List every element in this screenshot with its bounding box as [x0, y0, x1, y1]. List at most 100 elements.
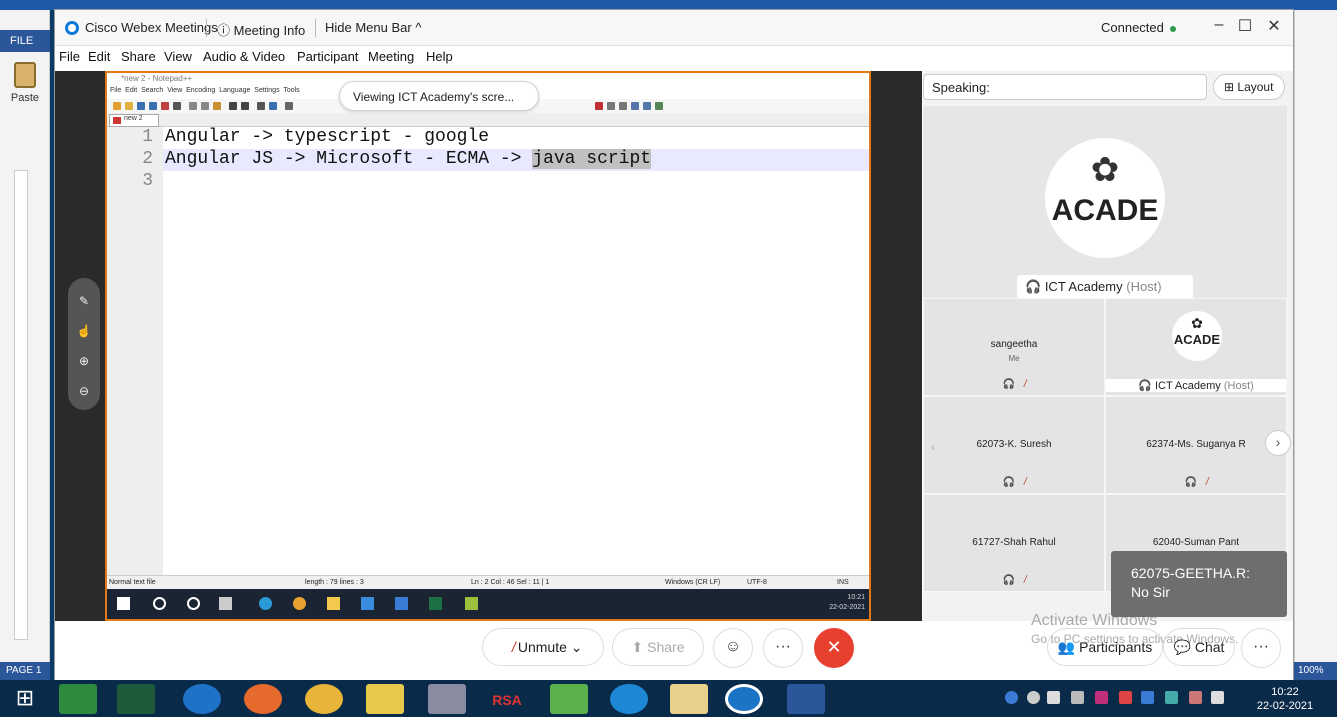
- code-line-1[interactable]: Angular -> typescript - google: [165, 127, 489, 147]
- chevron-left-icon[interactable]: ‹: [931, 440, 941, 456]
- code-line-2[interactable]: Angular JS -> Microsoft - ECMA -> java s…: [165, 149, 652, 169]
- find-icon[interactable]: [257, 102, 265, 110]
- chevron-right-icon[interactable]: ›: [1265, 430, 1291, 456]
- menu-edit[interactable]: Edit: [88, 49, 110, 64]
- menu-view[interactable]: View: [164, 49, 192, 64]
- file-explorer-icon[interactable]: [366, 684, 404, 714]
- run-macro-icon[interactable]: [631, 102, 639, 110]
- participant-tile[interactable]: 62374-Ms. Suganya R 🎧 ⓜ̸: [1105, 396, 1287, 494]
- word-zoom-level[interactable]: 100%: [1294, 662, 1337, 680]
- notepad-editor[interactable]: 1 2 3 Angular -> typescript - google Ang…: [107, 127, 869, 575]
- notes-icon[interactable]: [670, 684, 708, 714]
- play-macro-icon[interactable]: [619, 102, 627, 110]
- connection-status[interactable]: Connected: [1101, 20, 1176, 35]
- np-menu-encoding[interactable]: Encoding: [186, 87, 215, 94]
- word-page-indicator[interactable]: PAGE 1: [0, 662, 50, 680]
- np-menu-tools[interactable]: Tools: [283, 87, 299, 94]
- menu-file[interactable]: File: [59, 49, 80, 64]
- chrome-icon[interactable]: [305, 684, 343, 714]
- internet-explorer-icon[interactable]: [183, 684, 221, 714]
- system-clock[interactable]: 10:22 22-02-2021: [1254, 685, 1316, 713]
- chat-notification[interactable]: 62075-GEETHA.R: No Sir: [1111, 551, 1287, 617]
- menu-audio-video[interactable]: Audio & Video: [203, 49, 285, 64]
- cut-icon[interactable]: [189, 102, 197, 110]
- save-macro-icon[interactable]: [643, 102, 651, 110]
- power-icon[interactable]: [1189, 691, 1202, 704]
- word-icon[interactable]: [787, 684, 825, 714]
- participant-tile[interactable]: ✿ ACADE 🎧 ICT Academy (Host): [1105, 298, 1287, 396]
- sync-icon[interactable]: [1165, 691, 1178, 704]
- security-icon[interactable]: [1095, 691, 1108, 704]
- rsa-icon[interactable]: RSA: [488, 684, 526, 714]
- np-menu-settings[interactable]: Settings: [254, 87, 279, 94]
- annotate-icon[interactable]: ✎: [68, 294, 100, 308]
- more-options-icon[interactable]: ···: [763, 628, 803, 668]
- np-menu-view[interactable]: View: [167, 87, 182, 94]
- np-menu-search[interactable]: Search: [141, 87, 163, 94]
- np-menu-file[interactable]: File: [110, 87, 121, 94]
- remote-control-icon[interactable]: ☝: [68, 324, 100, 338]
- zoom-icon[interactable]: [285, 102, 293, 110]
- print-icon[interactable]: [173, 102, 181, 110]
- minimize-icon[interactable]: –: [1208, 16, 1230, 34]
- replace-icon[interactable]: [269, 102, 277, 110]
- keyboard-icon[interactable]: [1211, 691, 1224, 704]
- np-menu-edit[interactable]: Edit: [125, 87, 137, 94]
- viewing-banner[interactable]: Viewing ICT Academy's scre...: [339, 81, 539, 111]
- close-file-icon[interactable]: [161, 102, 169, 110]
- participants-button[interactable]: 👥 Participants: [1047, 628, 1163, 666]
- undo-icon[interactable]: [229, 102, 237, 110]
- snipping-tool-icon[interactable]: [428, 684, 466, 714]
- help-icon[interactable]: [1005, 691, 1018, 704]
- store-icon[interactable]: [59, 684, 97, 714]
- close-icon[interactable]: ✕: [1263, 16, 1285, 36]
- word-paste-button[interactable]: Paste: [2, 58, 48, 124]
- meeting-info-button[interactable]: ⓘ Meeting Info: [217, 20, 305, 39]
- np-menu-language[interactable]: Language: [219, 87, 250, 94]
- cloud-icon[interactable]: [550, 684, 588, 714]
- paste-icon[interactable]: [213, 102, 221, 110]
- maps-icon[interactable]: [117, 684, 155, 714]
- save-icon[interactable]: [137, 102, 145, 110]
- zoom-out-icon[interactable]: ⊖: [68, 384, 100, 398]
- display-icon[interactable]: [1141, 691, 1154, 704]
- menu-participant[interactable]: Participant: [297, 49, 358, 64]
- mail-alert-icon[interactable]: [1119, 691, 1132, 704]
- network-icon[interactable]: [1027, 691, 1040, 704]
- participant-tile[interactable]: 61727-Shah Rahul 🎧 ⓜ̸: [923, 494, 1105, 592]
- more-icon[interactable]: ···: [1241, 628, 1281, 668]
- webex-icon[interactable]: [725, 684, 763, 714]
- tab-new-2[interactable]: new 2: [109, 114, 159, 127]
- new-file-icon[interactable]: [113, 102, 121, 110]
- stop-macro-icon[interactable]: [607, 102, 615, 110]
- volume-icon[interactable]: [1047, 691, 1060, 704]
- share-button[interactable]: ⬆ Share: [612, 628, 704, 666]
- selected-text[interactable]: java script: [532, 149, 652, 169]
- chat-icon: 💬: [1173, 639, 1191, 655]
- open-file-icon[interactable]: [125, 102, 133, 110]
- firefox-icon[interactable]: [244, 684, 282, 714]
- menu-meeting[interactable]: Meeting: [368, 49, 414, 64]
- copy-icon[interactable]: [201, 102, 209, 110]
- chat-button[interactable]: 💬 Chat: [1163, 628, 1235, 666]
- menu-share[interactable]: Share: [121, 49, 156, 64]
- windows-start-icon: [117, 597, 130, 610]
- unmute-button[interactable]: ⓜ̸ Unmute ⌄: [482, 628, 604, 666]
- participant-tile[interactable]: sangeetha Me 🎧 ⓜ̸: [923, 298, 1105, 396]
- save-all-icon[interactable]: [149, 102, 157, 110]
- participant-tile[interactable]: 62073-K. Suresh 🎧 ⓜ̸: [923, 396, 1105, 494]
- hide-menu-bar-button[interactable]: Hide Menu Bar ^: [325, 20, 421, 35]
- record-macro-icon[interactable]: [595, 102, 603, 110]
- layout-button[interactable]: ⊞ Layout: [1213, 74, 1285, 100]
- spell-check-icon[interactable]: [655, 102, 663, 110]
- windows-start-icon[interactable]: ⊞: [6, 684, 44, 714]
- input-icon[interactable]: [1071, 691, 1084, 704]
- redo-icon[interactable]: [241, 102, 249, 110]
- word-file-tab[interactable]: FILE: [0, 30, 50, 52]
- reactions-icon[interactable]: ☺: [713, 628, 753, 668]
- leave-meeting-button[interactable]: ✕: [814, 628, 854, 668]
- maximize-icon[interactable]: ☐: [1234, 16, 1256, 36]
- edge-icon[interactable]: [610, 684, 648, 714]
- zoom-in-icon[interactable]: ⊕: [68, 354, 100, 368]
- menu-help[interactable]: Help: [426, 49, 453, 64]
